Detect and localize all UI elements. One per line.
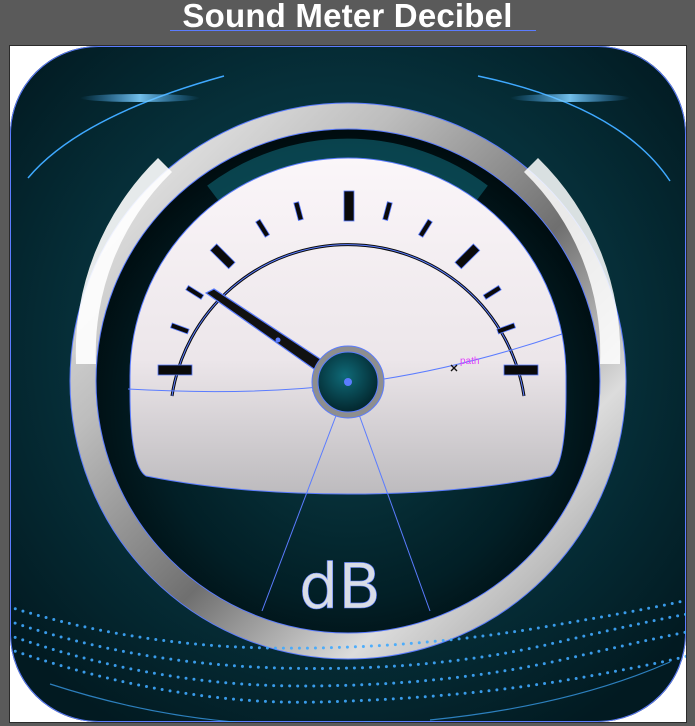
tick-major [343,190,355,222]
glow-highlight-left [80,94,200,102]
path-label: path [460,356,479,367]
title-selection-underline [170,30,536,31]
artboard[interactable]: path dB [9,45,687,723]
tick-major [503,364,539,376]
tick-major [157,364,193,376]
glow-highlight-right [510,94,630,102]
page-title: Sound Meter Decibel [182,0,513,34]
gauge-unit-label: dB [299,550,381,623]
sound-meter-icon: path dB [10,46,686,722]
